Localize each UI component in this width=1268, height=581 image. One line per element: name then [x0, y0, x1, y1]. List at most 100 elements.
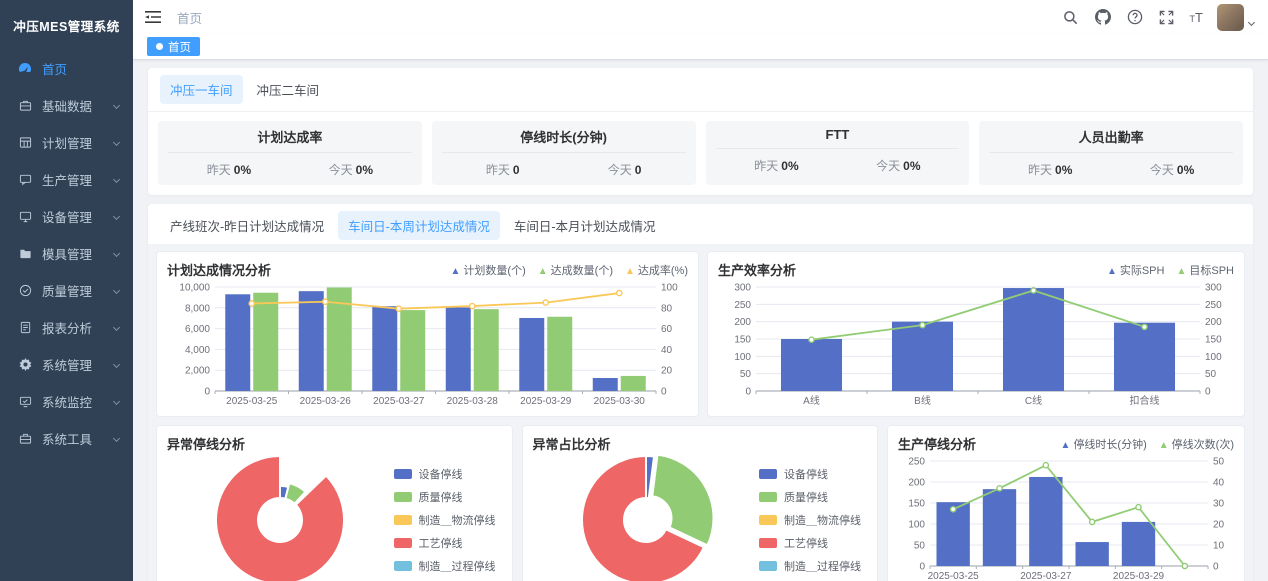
sidebar-item-plan[interactable]: 计划管理	[0, 124, 133, 161]
legend-label: 工艺停线	[784, 535, 828, 551]
abnormal-downtime-donut[interactable]	[205, 453, 355, 581]
legend-item[interactable]: ▲目标SPH	[1176, 262, 1234, 278]
base-data-icon	[18, 99, 32, 113]
sidebar-item-label: 报表分析	[42, 318, 114, 337]
legend-item[interactable]: 质量停线	[394, 489, 496, 505]
avatar[interactable]	[1217, 4, 1244, 31]
tab-yesterday-plan[interactable]: 产线班次-昨日计划达成情况	[160, 211, 334, 240]
legend-item[interactable]: 制造＿物流停线	[394, 512, 496, 528]
legend-triangle-icon: ▲	[538, 266, 548, 277]
sidebar-item-equipment[interactable]: 设备管理	[0, 198, 133, 235]
svg-text:8,000: 8,000	[185, 303, 210, 314]
hamburger-icon[interactable]	[145, 9, 163, 25]
svg-text:20: 20	[661, 366, 673, 377]
legend-label: 制造＿过程停线	[419, 558, 496, 574]
sidebar-item-report[interactable]: 报表分析	[0, 309, 133, 346]
sidebar-item-label: 模具管理	[42, 244, 114, 263]
chart-production-efficiency: 生产效率分析 ▲实际SPH▲目标SPH 00505010010015015020…	[707, 251, 1245, 417]
chart-legend[interactable]: ▲计划数量(个)▲达成数量(个)▲达成率(%)	[451, 262, 688, 278]
sidebar-item-mold[interactable]: 模具管理	[0, 235, 133, 272]
svg-text:6,000: 6,000	[185, 324, 210, 335]
production-efficiency-chart[interactable]: 005050100100150150200200250250300300A线B线…	[718, 279, 1234, 408]
search-icon[interactable]	[1062, 8, 1080, 26]
legend-label: 计划数量(个)	[463, 265, 525, 277]
legend-item[interactable]: ▲达成数量(个)	[538, 262, 613, 278]
tab-workshop-1[interactable]: 冲压一车间	[160, 75, 243, 104]
kpi-yesterday-value: 0	[513, 163, 520, 177]
help-icon[interactable]	[1126, 8, 1144, 26]
svg-text:2025-03-25: 2025-03-25	[928, 571, 980, 581]
kpi-today-label: 今天	[608, 163, 632, 177]
kpi-today-value: 0%	[903, 159, 920, 173]
legend-item[interactable]: 工艺停线	[394, 535, 496, 551]
active-dot	[156, 43, 163, 50]
legend-item[interactable]: 质量停线	[759, 489, 861, 505]
svg-text:B线: B线	[914, 394, 931, 407]
tag-home[interactable]: 首页	[147, 37, 200, 56]
sidebar-item-base-data[interactable]: 基础数据	[0, 87, 133, 124]
tab-workshop-2[interactable]: 冲压二车间	[247, 75, 330, 104]
chart-abnormal-downtime: 异常停线分析 设备停线质量停线制造＿物流停线工艺停线制造＿过程停线	[156, 425, 513, 581]
legend-label: 达成率(%)	[638, 265, 688, 277]
kpi-today-value: 0%	[1177, 163, 1194, 177]
sidebar-item-system[interactable]: 系统管理	[0, 346, 133, 383]
fullscreen-icon[interactable]	[1158, 8, 1176, 26]
plan-achievement-chart[interactable]: 002,000204,000406,000608,0008010,0001002…	[167, 279, 688, 408]
production-downtime-chart[interactable]: 005010100201503020040250502025-03-252025…	[898, 453, 1234, 581]
legend-item[interactable]: 设备停线	[394, 466, 496, 482]
legend-item[interactable]: 制造＿过程停线	[394, 558, 496, 574]
sidebar-item-label: 系统工具	[42, 429, 114, 448]
legend-swatch	[759, 492, 777, 502]
legend-item[interactable]: ▲停线时长(分钟)	[1061, 436, 1147, 452]
kpi-today-value: 0	[635, 163, 642, 177]
legend-item[interactable]: 工艺停线	[759, 535, 861, 551]
chart-plan-achievement: 计划达成情况分析 ▲计划数量(个)▲达成数量(个)▲达成率(%) 002,000…	[156, 251, 699, 417]
sidebar-item-monitoring[interactable]: 系统监控	[0, 383, 133, 420]
svg-text:100: 100	[1205, 352, 1222, 363]
user-menu[interactable]	[1217, 4, 1254, 31]
chart-legend[interactable]: ▲停线时长(分钟) ▲停线次数(次)	[1061, 436, 1234, 452]
svg-text:50: 50	[914, 541, 926, 552]
legend-item[interactable]: ▲停线次数(次)	[1159, 436, 1234, 452]
kpi-yesterday-label: 昨天	[1028, 163, 1052, 177]
sidebar-item-tools[interactable]: 系统工具	[0, 420, 133, 457]
chart-legend[interactable]: ▲实际SPH▲目标SPH	[1107, 262, 1234, 278]
sidebar-item-production[interactable]: 生产管理	[0, 161, 133, 198]
legend-label: 停线次数(次)	[1172, 439, 1234, 451]
legend-triangle-icon: ▲	[1107, 266, 1117, 277]
chevron-down-icon	[113, 361, 120, 368]
github-icon[interactable]	[1094, 8, 1112, 26]
tab-week-plan[interactable]: 车间日-本周计划达成情况	[338, 211, 500, 240]
kpi-today-label: 今天	[1150, 163, 1174, 177]
legend-swatch	[759, 561, 777, 571]
legend-triangle-icon: ▲	[1176, 266, 1186, 277]
tab-month-plan[interactable]: 车间日-本月计划达成情况	[504, 211, 666, 240]
plan-icon	[18, 136, 32, 150]
kpi-today-label: 今天	[329, 163, 353, 177]
chart-legend[interactable]: 设备停线质量停线制造＿物流停线工艺停线制造＿过程停线	[394, 466, 496, 574]
legend-item[interactable]: ▲实际SPH	[1107, 262, 1165, 278]
quality-icon	[18, 284, 32, 298]
svg-text:100: 100	[734, 352, 751, 363]
chart-title: 生产效率分析	[718, 260, 796, 279]
chart-legend[interactable]: 设备停线质量停线制造＿物流停线工艺停线制造＿过程停线	[759, 466, 861, 574]
tags-view: 首页	[133, 34, 1268, 60]
chevron-down-icon	[113, 102, 120, 109]
svg-text:50: 50	[740, 369, 752, 380]
legend-label: 工艺停线	[419, 535, 463, 551]
legend-item[interactable]: 制造＿物流停线	[759, 512, 861, 528]
sidebar-item-home[interactable]: 首页	[0, 50, 133, 87]
sidebar-item-quality[interactable]: 质量管理	[0, 272, 133, 309]
legend-item[interactable]: 制造＿过程停线	[759, 558, 861, 574]
legend-item[interactable]: ▲计划数量(个)	[451, 262, 526, 278]
font-size-icon[interactable]: TT	[1190, 10, 1203, 25]
legend-label: 实际SPH	[1120, 265, 1165, 277]
svg-text:300: 300	[1205, 283, 1222, 294]
breadcrumb[interactable]: 首页	[177, 8, 202, 27]
legend-item[interactable]: ▲达成率(%)	[625, 262, 688, 278]
abnormal-ratio-donut[interactable]	[571, 453, 721, 581]
chart-title: 异常占比分析	[533, 434, 611, 453]
svg-text:250: 250	[734, 300, 751, 311]
legend-item[interactable]: 设备停线	[759, 466, 861, 482]
legend-label: 质量停线	[784, 489, 828, 505]
